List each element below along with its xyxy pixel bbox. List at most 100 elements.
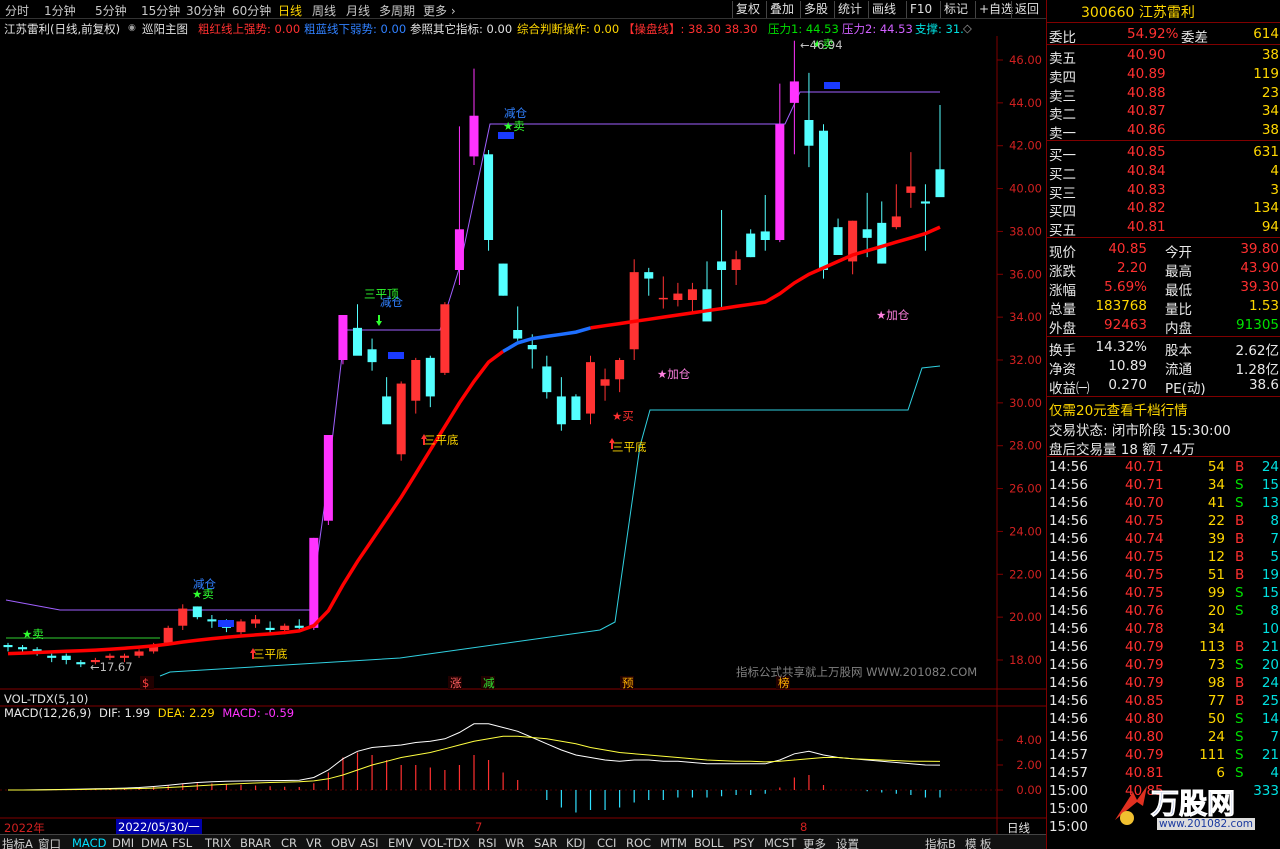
candle-body <box>323 435 333 521</box>
tick-time: 14:56 <box>1049 513 1088 529</box>
indicator-tab[interactable]: CCI <box>597 836 616 849</box>
promo-row[interactable]: 仅需20元查看千档行情 <box>1047 398 1280 419</box>
stat-label: 股本 <box>1165 343 1192 359</box>
dropdown-icon[interactable]: ◉ <box>128 23 136 33</box>
indicator-tab[interactable]: 窗口 <box>38 836 61 849</box>
mark-button[interactable]: 标记 <box>940 1 971 18</box>
tick-time: 14:56 <box>1049 693 1088 709</box>
vol-label[interactable]: VOL-TDX(5,10) <box>4 692 88 706</box>
indicator-tab[interactable]: RSI <box>478 836 497 849</box>
candle-body <box>775 124 785 240</box>
candle-body <box>615 360 625 380</box>
tick-time: 15:00 <box>1049 783 1088 799</box>
period-tab-daily[interactable]: 日线 <box>278 2 302 19</box>
candle-body <box>644 272 654 279</box>
period-tab-30min[interactable]: 30分钟 <box>186 2 225 19</box>
indicator-tab[interactable]: ASI <box>360 836 379 849</box>
indicator-tab[interactable]: BOLL <box>694 836 724 849</box>
marker-block <box>498 132 514 139</box>
indicator-tab[interactable]: MACD <box>72 836 106 849</box>
period-tab-multi[interactable]: 多周期 <box>379 2 415 19</box>
indicator-tab-right[interactable]: 模 <box>965 836 977 849</box>
indicator-tab-right[interactable]: 指标B <box>925 836 956 849</box>
tick-direction: S <box>1235 585 1244 601</box>
indicator-tab[interactable]: SAR <box>534 836 557 849</box>
indicator-tab[interactable]: TRIX <box>205 836 231 849</box>
tick-count: 21 <box>1261 639 1279 655</box>
period-tab-1min[interactable]: 1分钟 <box>44 2 76 19</box>
candle-body <box>454 229 464 270</box>
level-price: 40.88 <box>1127 84 1166 101</box>
stat-label: 外盘 <box>1049 321 1076 337</box>
reduce-signal: 减仓 <box>380 295 403 309</box>
indicator-tab[interactable]: CR <box>281 836 297 849</box>
logo-url: www.201082.com <box>1157 818 1255 830</box>
indicator-tab[interactable]: DMI <box>112 836 134 849</box>
level-volume: 134 <box>1253 200 1279 217</box>
indicator-tab[interactable]: PSY <box>733 836 754 849</box>
logo-text: 万股网 <box>1150 787 1236 821</box>
candle-body <box>382 396 392 425</box>
indicator-tab[interactable]: FSL <box>172 836 192 849</box>
buy-level-row: 买二 40.84 4 <box>1047 162 1280 183</box>
order-diff-label: 委差 <box>1181 30 1208 46</box>
indicator-tab[interactable]: EMV <box>388 836 413 849</box>
indicator-tab[interactable]: VR <box>306 836 322 849</box>
indicator-tab[interactable]: VOL-TDX <box>420 836 470 849</box>
candle-body <box>687 289 697 300</box>
period-tab-5min[interactable]: 5分钟 <box>95 2 127 19</box>
multi-stock-button[interactable]: 多股 <box>800 1 831 18</box>
tick-row: 14:56 40.75 99 S 15 <box>1047 584 1280 603</box>
candle-body <box>207 619 217 622</box>
stat-value: 92463 <box>1104 317 1147 333</box>
period-tab-more[interactable]: 更多 › <box>423 2 456 19</box>
main-indicator-name[interactable]: 巡阳主图 <box>142 21 188 37</box>
stat-value: 38.6 <box>1248 377 1279 393</box>
candle-body <box>411 360 421 401</box>
candle-body <box>585 362 596 414</box>
macd-panel: 4.00 2.00 0.00 <box>0 723 1042 813</box>
period-tab-60min[interactable]: 60分钟 <box>232 2 271 19</box>
y-tick-label: 32.00 <box>1009 353 1042 367</box>
candles <box>3 40 945 668</box>
indicator-tab[interactable]: MCST <box>764 836 796 849</box>
red-line-value: 粗红线上强势: 0.00 <box>198 22 301 36</box>
ref-indicator-value: 参照其它指标: 0.00 <box>410 22 513 36</box>
indicator-tab[interactable]: BRAR <box>240 836 271 849</box>
indicator-tab[interactable]: KDJ <box>566 836 586 849</box>
period-tab-weekly[interactable]: 周线 <box>312 2 336 19</box>
f10-button[interactable]: F10 <box>906 1 935 18</box>
down-arrow-icon <box>376 315 382 326</box>
add-favorite-button[interactable]: +自选 <box>975 1 1016 18</box>
indicator-tab[interactable]: OBV <box>331 836 355 849</box>
back-button[interactable]: 返回 <box>1011 1 1042 18</box>
y-tick-label: 36.00 <box>1009 267 1042 281</box>
restore-rights-button[interactable]: 复权 <box>732 1 763 18</box>
tick-row: 14:56 40.78 34 10 <box>1047 620 1280 639</box>
indicator-tab[interactable]: ROC <box>626 836 651 849</box>
period-tab-monthly[interactable]: 月线 <box>346 2 370 19</box>
macd-label[interactable]: MACD(12,26,9) <box>4 706 91 720</box>
indicator-tab[interactable]: 设置 <box>836 836 859 849</box>
indicator-tab[interactable]: DMA <box>141 836 168 849</box>
candle-body <box>76 662 86 665</box>
candle-body <box>804 120 814 146</box>
candle-body <box>746 233 756 258</box>
overlay-button[interactable]: 叠加 <box>766 1 797 18</box>
statistics-button[interactable]: 统计 <box>834 1 865 18</box>
indicator-tab-right[interactable]: 板 <box>980 836 992 849</box>
tick-direction: S <box>1235 729 1244 745</box>
tick-count: 25 <box>1261 693 1279 709</box>
tick-row: 14:56 40.75 51 B 19 <box>1047 566 1280 585</box>
promo-text[interactable]: 仅需20元查看千档行情 <box>1049 399 1188 419</box>
y-tick-label: 46.00 <box>1009 53 1042 67</box>
indicator-tab[interactable]: MTM <box>660 836 687 849</box>
tick-direction: B <box>1235 513 1245 529</box>
period-tab-fenshi[interactable]: 分时 <box>5 2 29 19</box>
indicator-tab[interactable]: WR <box>505 836 524 849</box>
indicator-tab[interactable]: 更多 <box>803 836 826 849</box>
draw-line-button[interactable]: 画线 <box>868 1 899 18</box>
period-tab-15min[interactable]: 15分钟 <box>141 2 180 19</box>
indicator-tab[interactable]: 指标A <box>2 836 33 849</box>
chevron-icon[interactable]: ◇ <box>963 21 972 35</box>
